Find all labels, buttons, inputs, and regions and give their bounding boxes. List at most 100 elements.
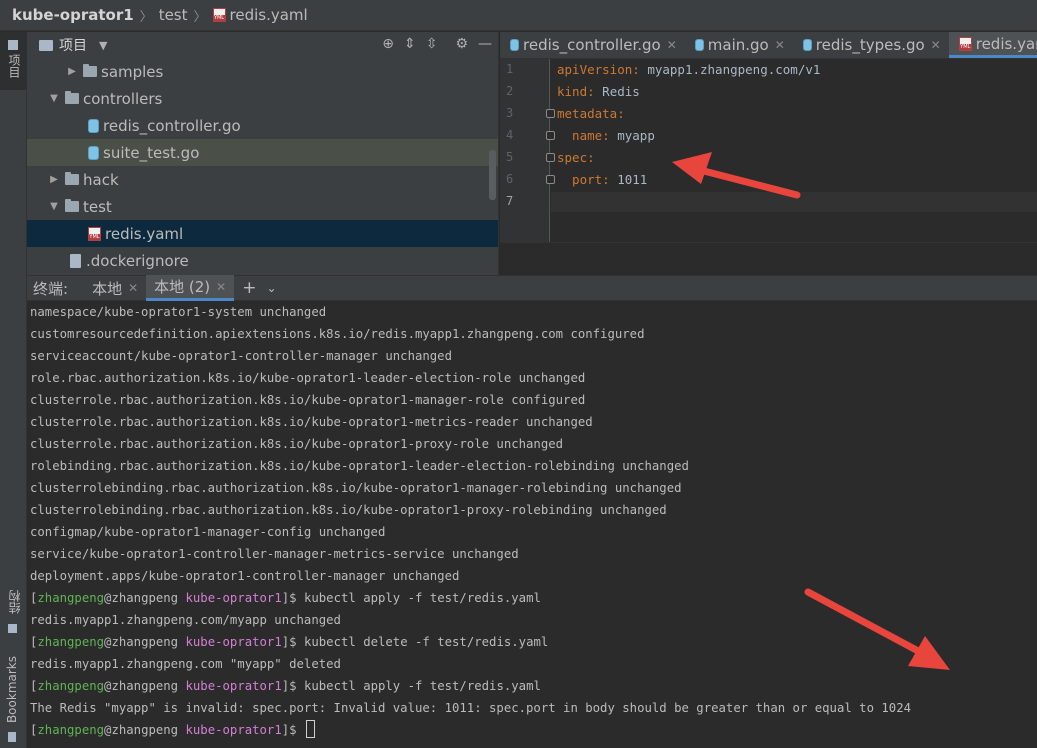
bookmarks-tool-tab[interactable]: Bookmarks xyxy=(0,654,27,748)
editor-empty-area xyxy=(500,242,1037,275)
line-number-gutter: 1 2 3 4 5 6 7 xyxy=(500,59,550,242)
tree-item-redis-controller-go[interactable]: redis_controller.go xyxy=(27,112,498,139)
terminal-tab-local[interactable]: 本地 ✕ xyxy=(84,275,146,301)
line-number: 3 xyxy=(506,106,514,120)
tree-item-dockerignore[interactable]: .dockerignore xyxy=(27,247,498,274)
terminal-line: redis.myapp1.zhangpeng.com/myapp unchang… xyxy=(30,613,341,627)
terminal-error-line: The Redis "myapp" is invalid: spec.port:… xyxy=(30,701,911,715)
line-number: 7 xyxy=(506,194,514,208)
gear-icon[interactable]: ⚙ xyxy=(455,36,468,52)
close-icon[interactable]: ✕ xyxy=(931,38,941,52)
chevron-down-icon[interactable]: ▼ xyxy=(47,201,61,212)
hide-icon[interactable]: — xyxy=(478,36,492,52)
terminal-input-line[interactable]: [zhangpeng@zhangpeng kube-oprator1]$ xyxy=(30,719,315,741)
go-file-icon xyxy=(88,118,99,133)
structure-tab-label: 结构 xyxy=(8,590,22,614)
tree-item-samples[interactable]: ▶ samples xyxy=(27,58,498,85)
bookmark-icon xyxy=(8,732,16,742)
code-line: apiVersion: myapp1.zhangpeng.com/v1 xyxy=(557,62,821,77)
terminal-output[interactable]: namespace/kube-oprator1-system unchanged… xyxy=(27,301,1037,748)
locate-icon[interactable]: ⊕ xyxy=(382,36,394,52)
terminal-line: redis.myapp1.zhangpeng.com "myapp" delet… xyxy=(30,657,341,671)
left-tool-strip: 项目 结构 Bookmarks xyxy=(0,32,27,748)
close-icon[interactable]: ✕ xyxy=(667,38,677,52)
close-icon[interactable]: ✕ xyxy=(775,38,785,52)
code-line: spec: xyxy=(557,150,595,165)
yaml-file-icon xyxy=(958,36,972,51)
chevron-down-icon[interactable]: ▼ xyxy=(99,39,107,52)
chevron-right-icon[interactable]: ▶ xyxy=(47,174,61,185)
project-panel-header: 项目 ▼ ⊕ ⇕ ⇳ ⚙ — xyxy=(27,32,498,58)
code-line: port: 1011 xyxy=(557,172,648,187)
yaml-file-icon xyxy=(212,8,226,22)
fold-toggle-icon[interactable] xyxy=(546,153,555,162)
tab-redis-yaml[interactable]: redis.yaml xyxy=(948,32,1037,58)
tree-item-test[interactable]: ▼ test xyxy=(27,193,498,220)
terminal-line: namespace/kube-oprator1-system unchanged xyxy=(30,305,327,319)
folder-icon xyxy=(65,199,79,212)
collapse-all-icon[interactable]: ⇳ xyxy=(426,36,438,52)
terminal-line: clusterrole.rbac.authorization.k8s.io/ku… xyxy=(30,393,586,407)
terminal-prompt-line: [zhangpeng@zhangpeng kube-oprator1]$ kub… xyxy=(30,635,549,649)
tab-redis-controller-go[interactable]: redis_controller.go ✕ xyxy=(500,32,685,58)
terminal-label: 终端: xyxy=(33,279,69,298)
terminal-tab-local-2[interactable]: 本地 (2) ✕ xyxy=(146,275,235,301)
expand-all-icon[interactable]: ⇕ xyxy=(404,36,416,52)
terminal-line: clusterrolebinding.rbac.authorization.k8… xyxy=(30,481,682,495)
tree-item-redis-yaml[interactable]: redis.yaml xyxy=(27,220,498,247)
chevron-down-icon[interactable]: ▼ xyxy=(47,93,61,104)
tree-item-controllers[interactable]: ▼ controllers xyxy=(27,85,498,112)
folder-icon xyxy=(39,39,53,51)
line-number: 2 xyxy=(506,84,514,98)
chevron-down-icon[interactable]: ⌄ xyxy=(266,281,276,295)
breadcrumb-file[interactable]: redis.yaml xyxy=(230,6,308,24)
terminal-line: clusterrole.rbac.authorization.k8s.io/ku… xyxy=(30,437,564,451)
terminal-cursor xyxy=(305,720,315,738)
folder-icon xyxy=(65,91,79,104)
tree-item-label: redis_controller.go xyxy=(103,116,241,135)
terminal-prompt-line: [zhangpeng@zhangpeng kube-oprator1]$ kub… xyxy=(30,591,541,605)
tab-label: redis.yaml xyxy=(975,34,1037,53)
go-file-icon xyxy=(88,145,99,160)
fold-toggle-icon[interactable] xyxy=(546,109,555,118)
close-icon[interactable]: ✕ xyxy=(216,280,226,294)
project-panel-tools: ⊕ ⇕ ⇳ ⚙ — xyxy=(382,36,492,52)
fold-end-icon[interactable] xyxy=(546,175,555,184)
breadcrumb-project[interactable]: kube-oprator1 xyxy=(12,6,134,24)
tab-main-go[interactable]: main.go ✕ xyxy=(685,32,793,58)
terminal-line: configmap/kube-oprator1-manager-config u… xyxy=(30,525,386,539)
fold-end-icon[interactable] xyxy=(546,131,555,140)
line-number: 5 xyxy=(506,150,514,164)
close-icon[interactable]: ✕ xyxy=(128,281,138,295)
tab-redis-types-go[interactable]: redis_types.go ✕ xyxy=(793,32,949,58)
chevron-right-icon[interactable]: ▶ xyxy=(65,66,79,77)
structure-tool-tab[interactable]: 结构 xyxy=(0,588,27,638)
new-terminal-button[interactable]: + xyxy=(242,278,256,298)
project-tool-tab[interactable]: 项目 xyxy=(0,32,27,90)
terminal-prompt-line: [zhangpeng@zhangpeng kube-oprator1]$ kub… xyxy=(30,679,541,693)
terminal-line: customresourcedefinition.apiextensions.k… xyxy=(30,327,645,341)
tree-item-suite-test-go[interactable]: suite_test.go xyxy=(27,139,498,166)
tree-item-label: samples xyxy=(101,62,164,81)
terminal-line: serviceaccount/kube-oprator1-controller-… xyxy=(30,349,452,363)
editor-tab-bar: redis_controller.go ✕ main.go ✕ redis_ty… xyxy=(500,32,1037,59)
project-panel-title[interactable]: 项目 xyxy=(59,35,87,55)
chevron-right-icon: 〉 xyxy=(139,9,153,25)
project-panel: 项目 ▼ ⊕ ⇕ ⇳ ⚙ — ▶ samples ▼ controllers r… xyxy=(27,32,499,275)
code-line: name: myapp xyxy=(557,128,655,143)
file-icon xyxy=(70,253,81,268)
terminal-line: role.rbac.authorization.k8s.io/kube-opra… xyxy=(30,371,586,385)
terminal-line: clusterrolebinding.rbac.authorization.k8… xyxy=(30,503,667,517)
project-scrollbar[interactable] xyxy=(489,150,496,200)
terminal-tab-bar: 终端: 本地 ✕ 本地 (2) ✕ + ⌄ xyxy=(27,275,1037,301)
tree-item-label: redis.yaml xyxy=(105,224,184,243)
terminal-line: clusterrole.rbac.authorization.k8s.io/ku… xyxy=(30,415,593,429)
breadcrumb-folder[interactable]: test xyxy=(159,6,188,24)
line-number: 4 xyxy=(506,128,514,142)
tree-item-label: suite_test.go xyxy=(103,143,200,162)
tree-item-label: hack xyxy=(83,170,119,189)
code-line: kind: Redis xyxy=(557,84,640,99)
line-number: 6 xyxy=(506,172,514,186)
code-editor[interactable]: 1 2 3 4 5 6 7 apiVersion: myapp1.zhangpe… xyxy=(500,59,1037,242)
tree-item-hack[interactable]: ▶ hack xyxy=(27,166,498,193)
